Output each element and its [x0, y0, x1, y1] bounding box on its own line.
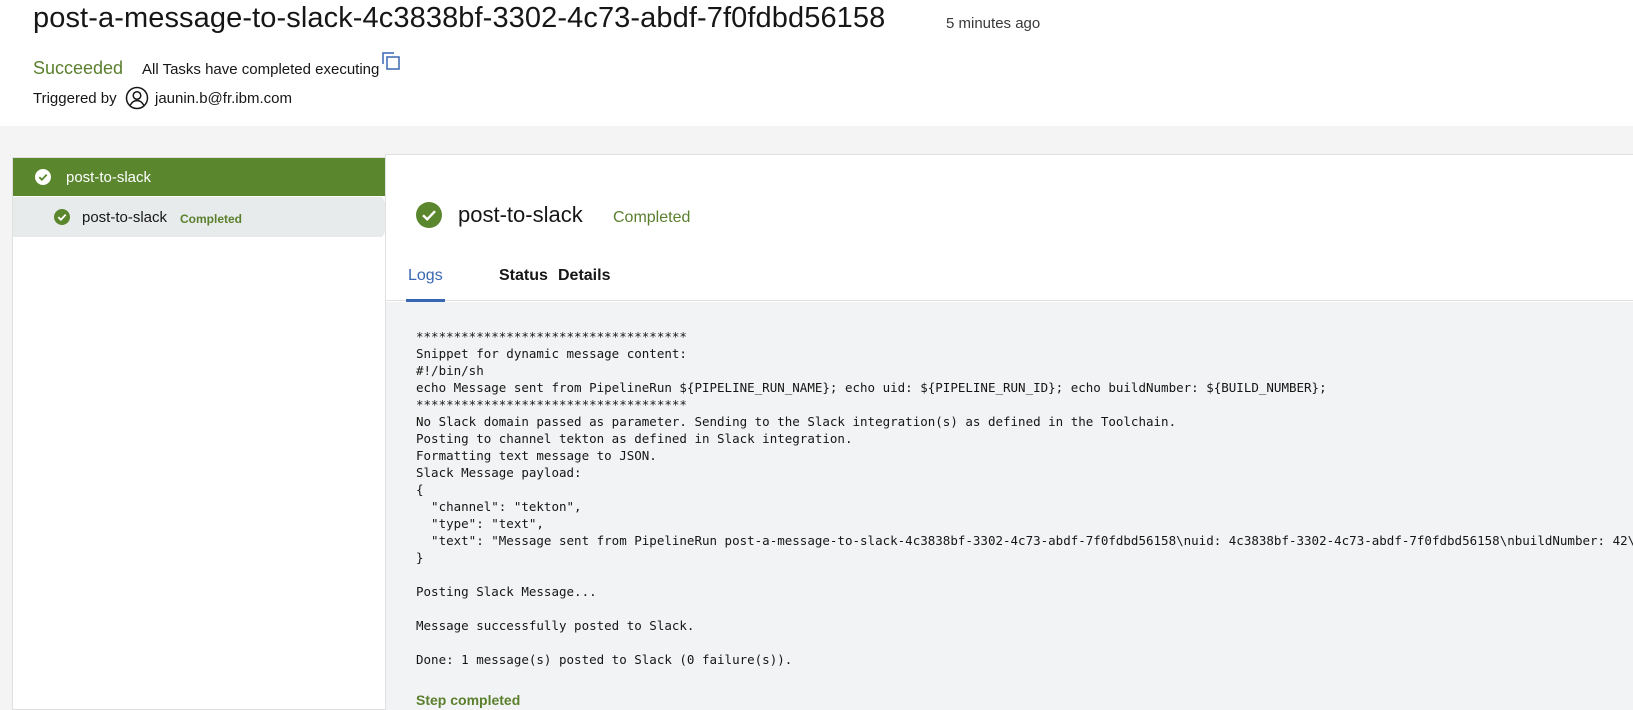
log-line: ************************************ — [416, 329, 687, 344]
log-line: "type": "text", — [416, 516, 544, 531]
triggered-by-user[interactable]: jaunin.b@fr.ibm.com — [155, 90, 292, 107]
log-line: Posting to channel tekton as defined in … — [416, 431, 853, 446]
step-detail-panel: post-to-slack Completed Logs Status Deta… — [385, 154, 1633, 710]
log-viewer[interactable]: ************************************ Snip… — [386, 302, 1633, 710]
step-item-label: post-to-slack — [82, 209, 168, 226]
step-item-post-to-slack[interactable]: post-to-slack Completed — [13, 197, 385, 237]
tab-details[interactable]: Details — [558, 255, 610, 301]
tab-logs[interactable]: Logs — [406, 255, 445, 302]
log-line: } — [416, 550, 424, 565]
copy-icon[interactable] — [381, 51, 401, 71]
check-circle-icon — [54, 209, 70, 225]
log-line: "text": "Message sent from PipelineRun p… — [416, 533, 1633, 548]
task-item-label: post-to-slack — [66, 169, 152, 186]
tab-status[interactable]: Status — [499, 255, 548, 301]
log-line: Done: 1 message(s) posted to Slack (0 fa… — [416, 652, 793, 667]
log-line: Formatting text message to JSON. — [416, 448, 657, 463]
log-line: Slack Message payload: — [416, 465, 582, 480]
log-line: Posting Slack Message... — [416, 584, 597, 599]
pipeline-run-title: post-a-message-to-slack-4c3838bf-3302-4c… — [33, 2, 886, 34]
log-line: echo Message sent from PipelineRun ${PIP… — [416, 380, 1327, 395]
check-circle-icon — [35, 169, 51, 185]
step-item-status: Completed — [180, 212, 243, 226]
log-line: ************************************ — [416, 397, 687, 412]
step-tabs: Logs Status Details — [386, 255, 1633, 302]
log-line: Snippet for dynamic message content: — [416, 346, 687, 361]
task-tree-sidebar: post-to-slack post-to-slack Completed — [12, 157, 394, 710]
triggered-by-label: Triggered by — [33, 90, 117, 107]
log-line: No Slack domain passed as parameter. Sen… — [416, 414, 1177, 429]
log-line: { — [416, 482, 424, 497]
run-time-ago: 5 minutes ago — [946, 15, 1041, 32]
log-output: ************************************ Snip… — [416, 328, 1633, 668]
log-line: #!/bin/sh — [416, 363, 484, 378]
run-header: post-a-message-to-slack-4c3838bf-3302-4c… — [0, 0, 1633, 126]
step-title: post-to-slack — [458, 202, 583, 227]
step-status: Completed — [613, 209, 691, 226]
log-line: Message successfully posted to Slack. — [416, 618, 695, 633]
log-line: "channel": "tekton", — [416, 499, 582, 514]
run-status-reason: All Tasks have completed executing — [142, 61, 380, 78]
task-item-post-to-slack[interactable]: post-to-slack — [13, 158, 385, 196]
run-status: Succeeded — [33, 58, 124, 78]
check-circle-icon — [416, 202, 442, 228]
user-avatar-icon — [125, 86, 149, 110]
step-completed-label: Step completed — [416, 692, 521, 708]
